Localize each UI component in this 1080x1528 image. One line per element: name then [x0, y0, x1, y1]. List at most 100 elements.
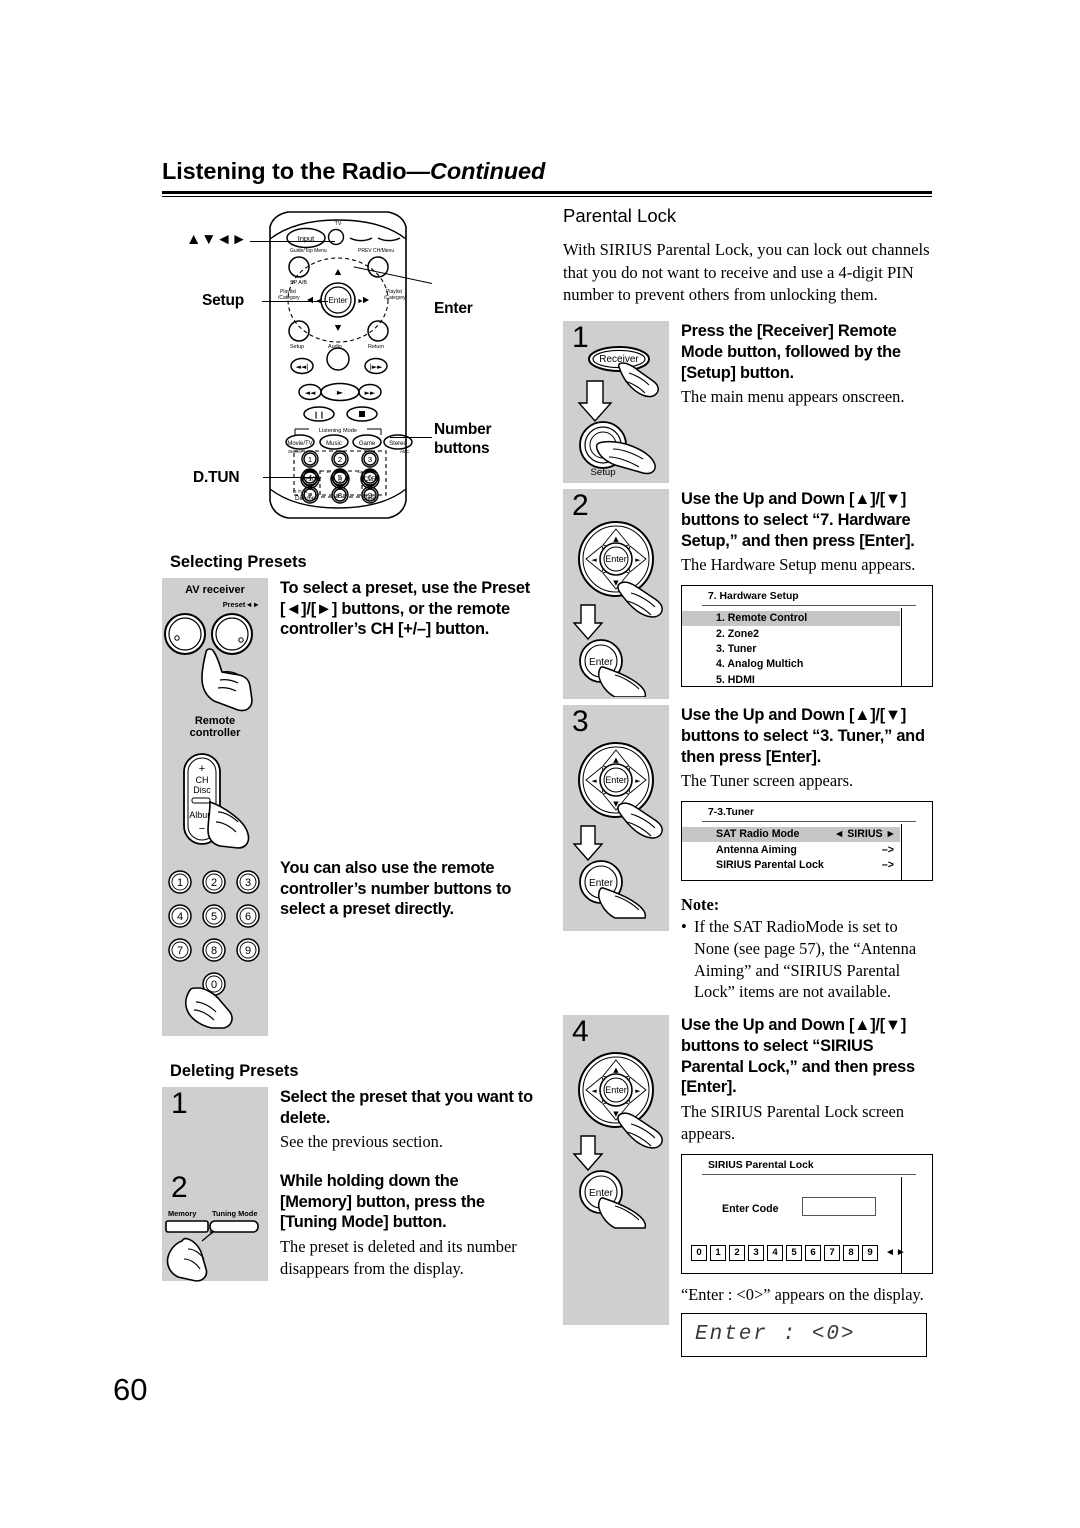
manual-page: Listening to the Radio—Continued ▲▼◄► Se…: [0, 0, 1080, 1528]
digit-key-8[interactable]: 8: [843, 1244, 859, 1261]
svg-text:/Category: /Category: [384, 295, 406, 301]
parental-step-3: 3 ▲ ▼ ◄ ► Enter Enter Use the Up and Dow…: [563, 705, 933, 1003]
av-receiver-figure: AV receiver Preset◄► Remote controller: [162, 578, 268, 746]
osd-row-hdmi[interactable]: 5. HDMI: [682, 672, 932, 687]
svg-text:Input: Input: [298, 234, 314, 243]
note-item: • If the SAT RadioMode is set to None (s…: [681, 916, 933, 1003]
osd-parental-lock-underline: [702, 1173, 916, 1175]
osd-row-remote-control[interactable]: 1. Remote Control: [682, 610, 900, 627]
osd-row-sat-radio-mode[interactable]: SAT Radio Mode ◄ SIRIUS ►: [682, 826, 900, 843]
delete-step-2-number: 2: [171, 1171, 188, 1204]
digit-key-5[interactable]: 5: [786, 1244, 802, 1261]
svg-text:3: 3: [245, 877, 251, 889]
svg-text:❙❙: ❙❙: [313, 411, 325, 419]
svg-text:►►: ►►: [365, 389, 376, 397]
svg-text:11: 11: [357, 469, 362, 474]
delete-step-2-figure: 2 Memory Tuning Mode: [162, 1171, 268, 1282]
remote-control-figure: ▲▼◄► Setup D.TUN Enter Number buttons TV…: [162, 205, 534, 535]
osd-parental-lock-title: SIRIUS Parental Lock: [708, 1159, 814, 1171]
remote-controller-label: Remote controller: [189, 714, 241, 740]
note-label: Note:: [681, 894, 720, 914]
svg-text:10: 10: [326, 469, 331, 474]
svg-text:SP A/B: SP A/B: [290, 280, 307, 286]
osd-row-antenna-aiming-value: –>: [881, 843, 894, 856]
parental-step-4-body: Use the Up and Down [▲]/[▼] buttons to s…: [669, 1015, 933, 1358]
osd-row-sat-radio-mode-label: SAT Radio Mode: [716, 828, 800, 841]
left-right-arrows-icon[interactable]: ◄►: [885, 1247, 907, 1258]
preset-instruction-text: To select a preset, use the Preset [◄]/[…: [280, 579, 530, 639]
svg-text:CLR: CLR: [364, 476, 377, 483]
parental-step-1: 1 Receiver Setup Press the [Receiver] Re…: [563, 321, 933, 484]
svg-text:Enter: Enter: [328, 296, 347, 305]
selecting-presets-heading: Selecting Presets: [170, 553, 307, 571]
digit-key-1[interactable]: 1: [710, 1244, 726, 1261]
svg-text:Enter: Enter: [605, 1085, 627, 1095]
osd-row-analog-multich[interactable]: 4. Analog Multich: [682, 657, 932, 672]
digit-key-9[interactable]: 9: [862, 1244, 878, 1261]
svg-text:+: +: [199, 763, 205, 775]
delete-step-1-number: 1: [171, 1087, 188, 1120]
note-block: Note: • If the SAT RadioMode is set to N…: [681, 895, 933, 1003]
page-header: Listening to the Radio—Continued: [162, 158, 932, 198]
svg-text:◄: ◄: [591, 777, 597, 785]
svg-text:D.TUN: D.TUN: [293, 489, 307, 494]
digit-keypad: 0 1 2 3 4 5 6 7 8 9 ◄►: [691, 1244, 907, 1261]
delete-step-2-heading: While holding down the [Memory] button, …: [280, 1172, 485, 1232]
enter-code-input[interactable]: [802, 1196, 876, 1216]
digit-key-7[interactable]: 7: [824, 1244, 840, 1261]
digit-key-6[interactable]: 6: [805, 1244, 821, 1261]
digit-key-3[interactable]: 3: [748, 1244, 764, 1261]
svg-text:Sleep: Sleep: [362, 496, 378, 502]
digit-key-0[interactable]: 0: [691, 1244, 707, 1261]
svg-text:Setup: Setup: [290, 344, 304, 350]
parental-step-4-heading: Use the Up and Down [▲]/[▼] buttons to s…: [681, 1016, 915, 1097]
digit-key-4[interactable]: 4: [767, 1244, 783, 1261]
parental-step-1-detail: The main menu appears onscreen.: [681, 387, 905, 407]
osd-row-sirius-parental-lock-value: –>: [881, 858, 894, 871]
digit-key-2[interactable]: 2: [729, 1244, 745, 1261]
parental-step-3-heading: Use the Up and Down [▲]/[▼] buttons to s…: [681, 706, 925, 766]
parental-step-2-figure: 2 ▲ ▼ ◄ ► Enter Enter: [563, 489, 669, 700]
remote-bottom-keys: +10 0 CLR D.TUN Dimmer Sleep 10 11: [293, 469, 380, 502]
selecting-presets-text-2: You can also use the remote controller’s…: [268, 746, 534, 1036]
svg-text:Listening Mode: Listening Mode: [319, 428, 357, 434]
parental-step-4-figure: 4 ▲ ▼ ◄ ► Enter Enter: [563, 1015, 669, 1326]
svg-text:►: ►: [635, 1087, 641, 1095]
delete-step-2: 2 Memory Tuning Mode While holding down …: [162, 1171, 534, 1282]
svg-text:|►►: |►►: [369, 363, 383, 371]
svg-text:▲: ▲: [613, 535, 619, 543]
selecting-presets-text-1: To select a preset, use the Preset [◄]/[…: [268, 578, 534, 746]
parental-step-4-detail: The SIRIUS Parental Lock screen appears.: [681, 1101, 905, 1143]
osd-row-sat-radio-mode-value[interactable]: ◄ SIRIUS ►: [834, 828, 896, 841]
svg-text:9: 9: [245, 945, 251, 957]
delete-step-1-heading: Select the preset that you want to delet…: [280, 1088, 533, 1127]
navigation-enter-illustration-2: ▲ ▼ ◄ ► Enter Enter: [572, 742, 663, 919]
selecting-presets-block-1: AV receiver Preset◄► Remote controller T…: [162, 578, 534, 746]
osd-hardware-setup-list: 1. Remote Control 2. Zone2 3. Tuner 4. A…: [682, 606, 932, 695]
delete-step-1-body: Select the preset that you want to delet…: [268, 1087, 534, 1171]
tuning-mode-button-label: Tuning Mode: [212, 1209, 258, 1218]
parental-step-2-heading: Use the Up and Down [▲]/[▼] buttons to s…: [681, 490, 915, 550]
deleting-presets-heading: Deleting Presets: [170, 1062, 299, 1080]
parental-step-1-body: Press the [Receiver] Remote Mode button,…: [669, 321, 933, 483]
osd-row-zone2[interactable]: 2. Zone2: [682, 626, 932, 641]
osd-row-antenna-aiming-label: Antenna Aiming: [716, 843, 797, 856]
svg-text:►: ►: [357, 298, 364, 305]
ch-disc-numpad-figure: + CH Disc Album − 1 2 3 4 5 6 7 8 9 0: [162, 746, 268, 1036]
osd-row-tuner[interactable]: 3. Tuner: [682, 642, 932, 657]
svg-text:+10: +10: [305, 476, 316, 483]
svg-text:6: 6: [245, 911, 251, 923]
svg-text:Enter: Enter: [605, 775, 627, 785]
note-text: If the SAT RadioMode is set to None (see…: [694, 916, 917, 1002]
delete-step-2-body: While holding down the [Memory] button, …: [268, 1171, 534, 1281]
svg-text:8: 8: [211, 945, 217, 957]
osd-row-sirius-parental-lock[interactable]: SIRIUS Parental Lock –>: [682, 858, 900, 873]
svg-text:CH: CH: [196, 775, 209, 785]
navigation-enter-illustration: ▲ ▼ ◄ ► Enter Enter: [572, 521, 663, 698]
note-bullet-icon: •: [681, 916, 687, 936]
ch-disc-illustration: + CH Disc Album − 1 2 3 4 5 6 7 8 9 0: [168, 753, 260, 1029]
osd-row-antenna-aiming[interactable]: Antenna Aiming –>: [682, 842, 900, 857]
svg-text:0: 0: [338, 477, 342, 484]
left-column: ▲▼◄► Setup D.TUN Enter Number buttons TV…: [162, 205, 534, 1282]
selecting-presets-block-2: + CH Disc Album − 1 2 3 4 5 6 7 8 9 0 Yo…: [162, 746, 534, 1036]
